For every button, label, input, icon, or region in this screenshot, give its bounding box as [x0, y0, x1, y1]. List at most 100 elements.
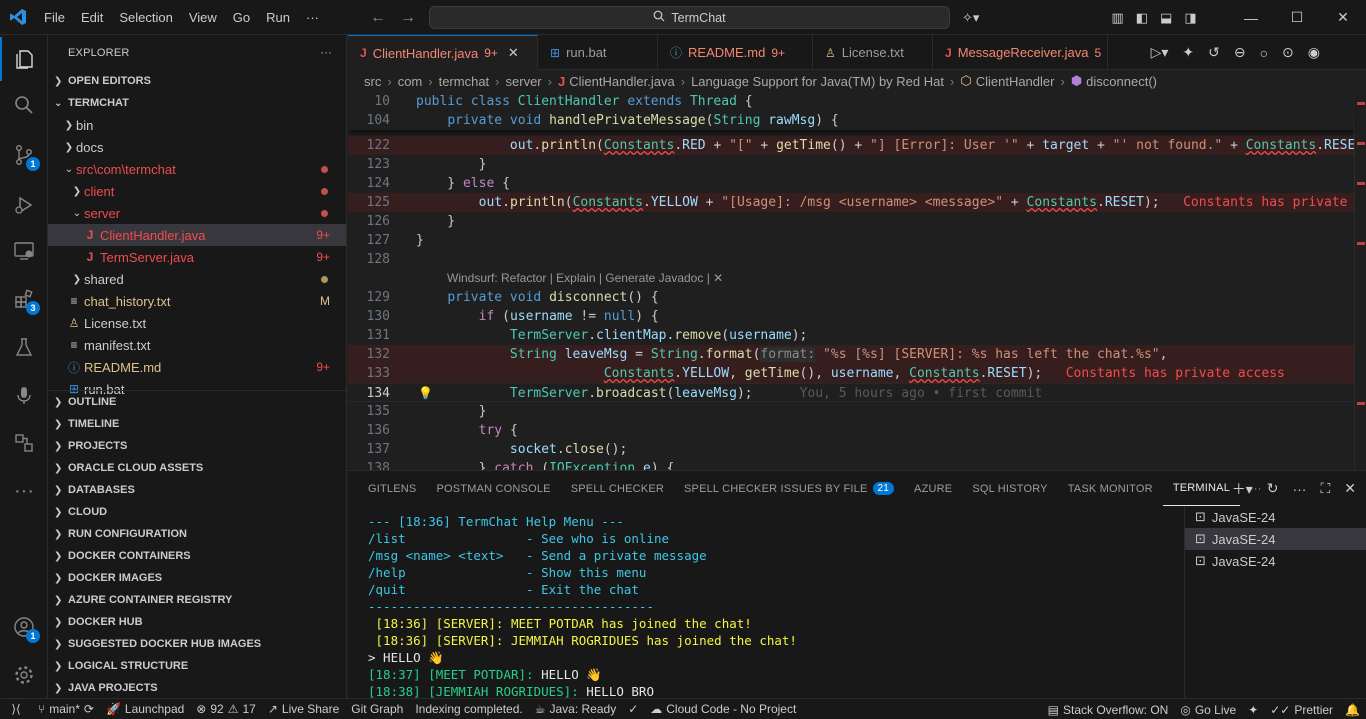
tab-run-bat[interactable]: ⊞ run.bat	[538, 35, 658, 70]
code-line[interactable]: 138 } catch (IOException e) {	[348, 459, 1354, 470]
folder-item[interactable]: ❯ bin	[48, 114, 346, 136]
remote-explorer-icon[interactable]	[0, 229, 48, 273]
terminal-instance[interactable]: ⊡ JavaSE-24	[1185, 550, 1366, 572]
sticky-line[interactable]: 10 public class ClientHandler extends Thr…	[348, 92, 1354, 111]
file-item[interactable]: ≡ chat_history.txt M	[48, 290, 346, 312]
timeline-icon[interactable]: ↺	[1208, 44, 1220, 61]
gitlens-icon[interactable]: ◉	[1308, 44, 1320, 61]
toggle-primary-sidebar-icon[interactable]: ◧	[1136, 10, 1148, 26]
terminal-instance[interactable]: ⊡ JavaSE-24	[1185, 528, 1366, 550]
copilot-icon[interactable]: ✧▾	[962, 10, 979, 26]
git-graph[interactable]: Git Graph	[345, 699, 409, 719]
section-databases[interactable]: ❯ DATABASES	[48, 479, 346, 501]
section-azure-container-registry[interactable]: ❯ AZURE CONTAINER REGISTRY	[48, 589, 346, 611]
section-java-projects[interactable]: ❯ JAVA PROJECTS	[48, 677, 346, 698]
compare-icon[interactable]: ⊖	[1234, 44, 1246, 61]
editor-scrollbar[interactable]	[1354, 92, 1366, 470]
folder-item[interactable]: ⌄ server	[48, 202, 346, 224]
source-control-icon[interactable]: 1	[0, 133, 48, 177]
layout-panel-icon[interactable]: ▥	[1111, 10, 1123, 26]
explorer-icon[interactable]	[0, 37, 48, 81]
menu-edit[interactable]: Edit	[73, 0, 111, 35]
new-terminal-icon[interactable]: ＋▾	[1232, 479, 1253, 499]
menu-more[interactable]: ···	[298, 0, 327, 35]
file-item[interactable]: ≡ manifest.txt	[48, 334, 346, 356]
file-item[interactable]: ⓘ README.md 9+	[48, 356, 346, 378]
prettier[interactable]: ✓✓ Prettier	[1264, 699, 1339, 719]
panel-tab-spell-checker-issues[interactable]: SPELL CHECKER ISSUES BY FILE 21	[674, 471, 904, 506]
extensions-icon[interactable]: 3	[0, 277, 48, 321]
tab-clienthandler-java[interactable]: J ClientHandler.java 9+ ✕	[348, 35, 538, 70]
forward-arrow-icon[interactable]: →	[400, 9, 416, 27]
panel-tab-sql-history[interactable]: SQL HISTORY	[962, 471, 1057, 506]
cloud-code[interactable]: ☁ Cloud Code - No Project	[644, 699, 802, 719]
live-share[interactable]: ↗ Live Share	[262, 699, 345, 719]
code-line[interactable]: 128	[348, 250, 1354, 269]
panel-tab-terminal[interactable]: TERMINAL	[1162, 471, 1241, 506]
code-line[interactable]: 124 } else {	[348, 174, 1354, 193]
tab-license-txt[interactable]: ♙ License.txt	[813, 35, 933, 70]
stack-overflow[interactable]: ▤ Stack Overflow: ON	[1042, 699, 1175, 719]
code-editor[interactable]: 10 public class ClientHandler extends Thr…	[348, 92, 1366, 470]
section-projects[interactable]: ❯ PROJECTS	[48, 435, 346, 457]
file-item[interactable]: J TermServer.java 9+	[48, 246, 346, 268]
go-live[interactable]: ◎ Go Live	[1174, 699, 1242, 719]
codelens-actions[interactable]: Windsurf: Refactor | Explain | Generate …	[447, 269, 723, 288]
breadcrumb-language[interactable]: Language Support for Java(TM) by Red Hat	[691, 74, 944, 89]
panel-tab-azure[interactable]: AZURE	[904, 471, 962, 506]
toggle-panel-icon[interactable]: ⬓	[1160, 10, 1172, 26]
breadcrumb-method[interactable]: disconnect()	[1086, 74, 1157, 89]
panel-tab-gitlens[interactable]: GITLENS	[358, 471, 426, 506]
breadcrumb-class[interactable]: ClientHandler	[976, 74, 1055, 89]
terminal-more-icon[interactable]: ···	[1292, 481, 1306, 497]
testing-icon[interactable]	[0, 325, 48, 369]
git-branch[interactable]: ⑂ main* ⟳	[32, 699, 100, 719]
containers-icon[interactable]	[0, 421, 48, 465]
folder-item[interactable]: ❯ docs	[48, 136, 346, 158]
code-line[interactable]: 135 }	[348, 402, 1354, 421]
launchpad[interactable]: 🚀 Launchpad	[100, 699, 190, 719]
run-debug-icon[interactable]	[0, 183, 48, 227]
section-cloud[interactable]: ❯ CLOUD	[48, 501, 346, 523]
menu-view[interactable]: View	[181, 0, 225, 35]
menu-go[interactable]: Go	[225, 0, 258, 35]
section-timeline[interactable]: ❯ TIMELINE	[48, 413, 346, 435]
code-line[interactable]: 131 TermServer.clientMap.remove(username…	[348, 326, 1354, 345]
microphone-icon[interactable]	[0, 373, 48, 417]
file-item[interactable]: ♙ License.txt	[48, 312, 346, 334]
code-line[interactable]: 122 out.println(Constants.RED + "[" + ge…	[348, 136, 1366, 155]
explorer-more-icon[interactable]: ···	[320, 47, 332, 59]
code-line[interactable]: 129 private void disconnect() {	[348, 288, 1354, 307]
terminal-output[interactable]: --- [18:36] TermChat Help Menu --- /list …	[368, 513, 1168, 699]
code-line[interactable]: 127}	[348, 231, 1354, 250]
breadcrumb-src[interactable]: src	[364, 74, 381, 89]
panel-tab-spell-checker[interactable]: SPELL CHECKER	[561, 471, 674, 506]
notifications-bell-icon[interactable]: 🔔	[1339, 699, 1366, 719]
code-line[interactable]: 125 out.println(Constants.YELLOW + "[Usa…	[348, 193, 1366, 212]
manage-gear-icon[interactable]	[0, 653, 48, 697]
open-editors-section[interactable]: ❯ OPEN EDITORS	[48, 70, 346, 92]
termchat-section[interactable]: ⌄ TERMCHAT	[48, 92, 346, 114]
close-panel-icon[interactable]: ✕	[1344, 480, 1356, 497]
copilot-sparkle-icon[interactable]: ✦	[1182, 44, 1194, 61]
breadcrumb-com[interactable]: com	[398, 74, 423, 89]
close-icon[interactable]: ✕	[1320, 0, 1366, 35]
folder-item[interactable]: ❯ client	[48, 180, 346, 202]
restart-terminal-icon[interactable]: ↻	[1267, 480, 1279, 497]
code-line[interactable]: 123 }	[348, 155, 1354, 174]
code-line[interactable]: 137 socket.close();	[348, 440, 1354, 459]
terminal-instance[interactable]: ⊡ JavaSE-24	[1185, 506, 1366, 528]
section-docker-containers[interactable]: ❯ DOCKER CONTAINERS	[48, 545, 346, 567]
panel-tab-postman-console[interactable]: POSTMAN CONSOLE	[426, 471, 560, 506]
section-run-configuration[interactable]: ❯ RUN CONFIGURATION	[48, 523, 346, 545]
java-status[interactable]: ☕ Java: Ready	[529, 699, 622, 719]
file-item[interactable]: J ClientHandler.java 9+	[48, 224, 346, 246]
open-changes-icon[interactable]: ⊙	[1282, 44, 1294, 61]
more-views-icon[interactable]: ···	[0, 469, 48, 513]
check-icon[interactable]: ✓	[622, 699, 644, 719]
search-icon[interactable]	[0, 83, 48, 127]
back-arrow-icon[interactable]: ←	[370, 9, 386, 27]
command-center-search[interactable]: TermChat	[429, 6, 950, 29]
toggle-secondary-sidebar-icon[interactable]: ◨	[1184, 10, 1196, 26]
close-tab-icon[interactable]: ✕	[508, 45, 519, 61]
